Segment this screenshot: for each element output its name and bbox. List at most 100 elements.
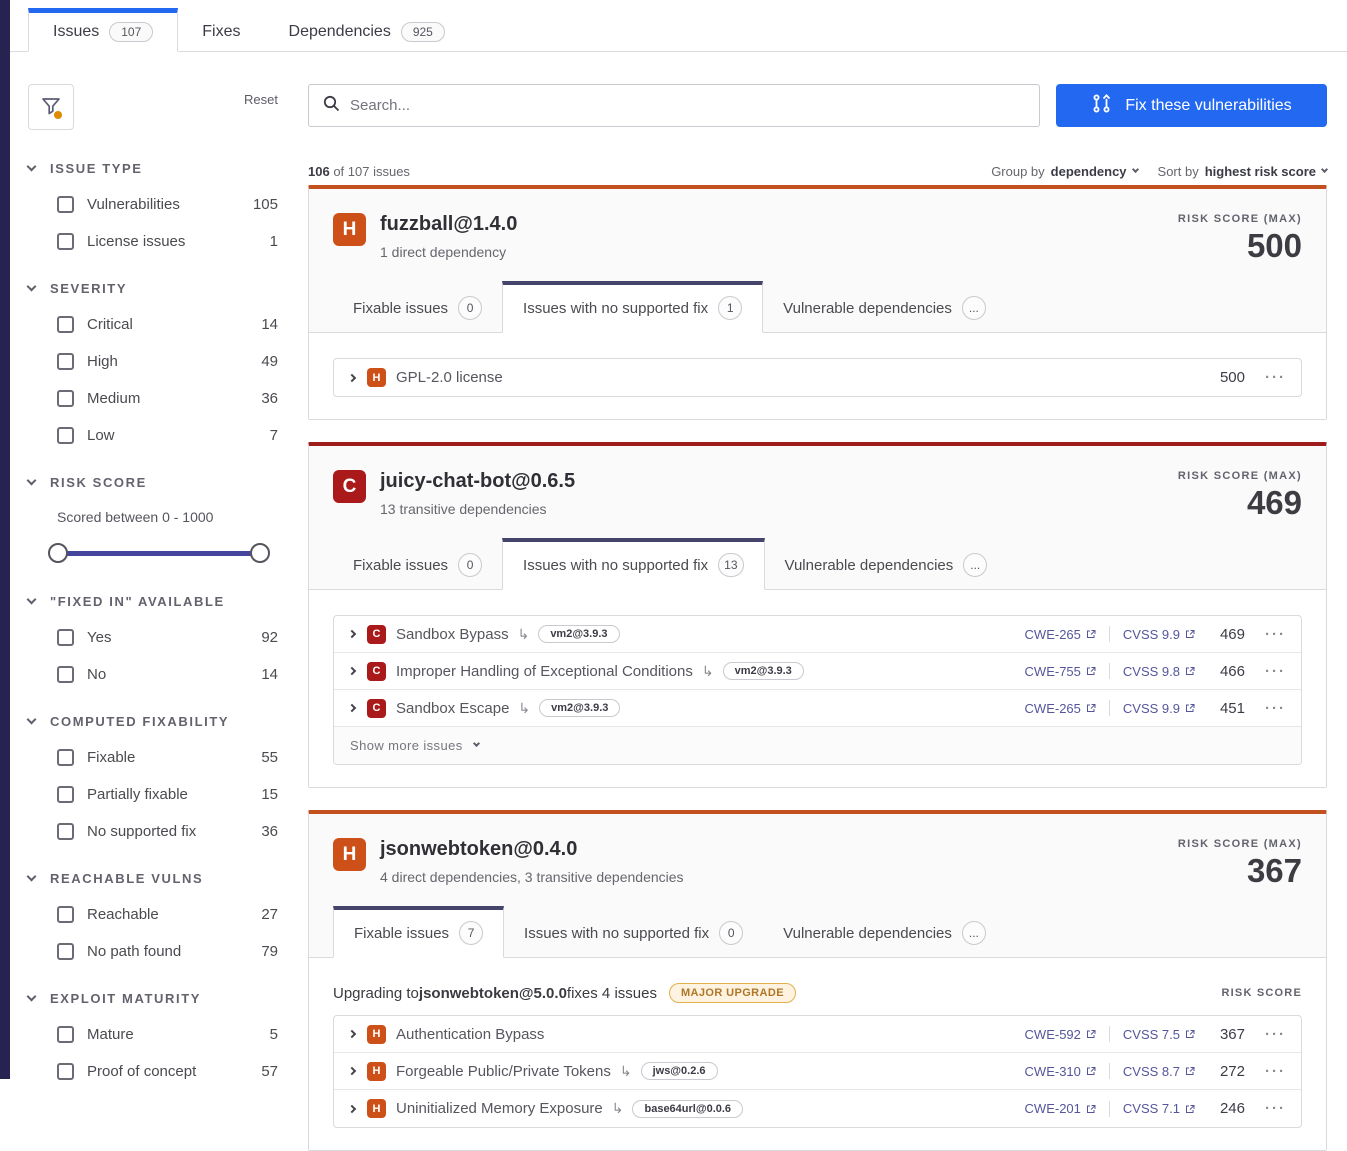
tab-vulnerable-dependencies[interactable]: Vulnerable dependencies ... — [763, 281, 1006, 332]
section-header[interactable]: ISSUE TYPE — [28, 161, 278, 176]
cwe-link[interactable]: CWE-265 — [1025, 627, 1096, 642]
filter-item-low[interactable]: Low 7 — [57, 427, 278, 444]
risk-score-slider[interactable] — [48, 543, 270, 563]
overflow-menu-icon[interactable]: ··· — [1265, 1100, 1286, 1117]
package-subtitle: 4 direct dependencies, 3 transitive depe… — [380, 869, 684, 885]
filter-item-medium[interactable]: Medium 36 — [57, 390, 278, 407]
checkbox[interactable] — [57, 316, 74, 333]
checkbox[interactable] — [57, 749, 74, 766]
section-header[interactable]: EXPLOIT MATURITY — [28, 991, 278, 1006]
cwe-link[interactable]: CWE-310 — [1025, 1064, 1096, 1079]
filter-item-partially-fixable[interactable]: Partially fixable 15 — [57, 786, 278, 803]
cwe-link[interactable]: CWE-265 — [1025, 701, 1096, 716]
filter-item-critical[interactable]: Critical 14 — [57, 316, 278, 333]
checkbox[interactable] — [57, 196, 74, 213]
tab-fixable-issues[interactable]: Fixable issues 0 — [333, 538, 502, 589]
chevron-right-icon[interactable] — [348, 704, 356, 712]
filter-item-no-path-found[interactable]: No path found 79 — [57, 943, 278, 960]
checkbox[interactable] — [57, 1063, 74, 1080]
tab-no-supported-fix[interactable]: Issues with no supported fix 1 — [502, 281, 763, 333]
issue-row-sandbox-bypass[interactable]: C Sandbox Bypass ↳ vm2@3.9.3 CWE-265 CVS… — [334, 616, 1301, 653]
overflow-menu-icon[interactable]: ··· — [1265, 626, 1286, 643]
tab-no-supported-fix[interactable]: Issues with no supported fix 13 — [502, 538, 764, 590]
cvss-link[interactable]: CVSS 7.1 — [1123, 1101, 1195, 1116]
checkbox[interactable] — [57, 666, 74, 683]
overflow-menu-icon[interactable]: ··· — [1265, 369, 1286, 386]
issue-row-sandbox-escape[interactable]: C Sandbox Escape ↳ vm2@3.9.3 CWE-265 CVS… — [334, 690, 1301, 727]
checkbox[interactable] — [57, 906, 74, 923]
tab-fixes[interactable]: Fixes — [178, 8, 264, 51]
group-by-dropdown[interactable]: Group by dependency — [991, 164, 1137, 179]
checkbox[interactable] — [57, 823, 74, 840]
checkbox[interactable] — [57, 1026, 74, 1043]
reset-filters-link[interactable]: Reset — [244, 92, 278, 107]
chevron-right-icon[interactable] — [348, 373, 356, 381]
overflow-menu-icon[interactable]: ··· — [1265, 663, 1286, 680]
issue-row-authentication-bypass[interactable]: H Authentication Bypass CWE-592 CVSS 7.5… — [334, 1016, 1301, 1053]
checkbox[interactable] — [57, 233, 74, 250]
cvss-link[interactable]: CVSS 9.9 — [1123, 701, 1195, 716]
filter-item-reachable[interactable]: Reachable 27 — [57, 906, 278, 923]
issue-row-uninitialized-memory[interactable]: H Uninitialized Memory Exposure ↳ base64… — [334, 1090, 1301, 1127]
slider-handle-min[interactable] — [48, 543, 68, 563]
risk-score-value: 500 — [1178, 227, 1302, 265]
filter-item-license-issues[interactable]: License issues 1 — [57, 233, 278, 250]
filter-toggle-button[interactable] — [28, 84, 74, 130]
overflow-menu-icon[interactable]: ··· — [1265, 700, 1286, 717]
cvss-link[interactable]: CVSS 8.7 — [1123, 1064, 1195, 1079]
chevron-right-icon[interactable] — [348, 1104, 356, 1112]
checkbox[interactable] — [57, 943, 74, 960]
checkbox[interactable] — [57, 427, 74, 444]
tab-fixable-issues[interactable]: Fixable issues 7 — [333, 906, 504, 958]
section-header[interactable]: COMPUTED FIXABILITY — [28, 714, 278, 729]
checkbox[interactable] — [57, 786, 74, 803]
upgrade-suffix: fixes 4 issues — [567, 985, 657, 1002]
sort-by-dropdown[interactable]: Sort by highest risk score — [1158, 164, 1327, 179]
chevron-right-icon[interactable] — [348, 630, 356, 638]
cvss-link[interactable]: CVSS 7.5 — [1123, 1027, 1195, 1042]
filter-item-vulnerabilities[interactable]: Vulnerabilities 105 — [57, 196, 278, 213]
card-tabs: Fixable issues 7 Issues with no supporte… — [309, 906, 1326, 958]
checkbox[interactable] — [57, 629, 74, 646]
filter-item-high[interactable]: High 49 — [57, 353, 278, 370]
checkbox[interactable] — [57, 353, 74, 370]
issue-risk-score: 500 — [1201, 369, 1245, 386]
cwe-link[interactable]: CWE-755 — [1025, 664, 1096, 679]
chevron-right-icon[interactable] — [348, 1030, 356, 1038]
tab-dependencies[interactable]: Dependencies 925 — [265, 8, 469, 51]
issue-row-gpl-license[interactable]: H GPL-2.0 license 500 ··· — [334, 359, 1301, 396]
section-header[interactable]: REACHABLE VULNS — [28, 871, 278, 886]
issue-row-forgeable-tokens[interactable]: H Forgeable Public/Private Tokens ↳ jws@… — [334, 1053, 1301, 1090]
section-header[interactable]: SEVERITY — [28, 281, 278, 296]
tab-vulnerable-dependencies[interactable]: Vulnerable dependencies ... — [765, 538, 1008, 589]
cwe-link[interactable]: CWE-592 — [1025, 1027, 1096, 1042]
filter-item-mature[interactable]: Mature 5 — [57, 1026, 278, 1043]
filter-count: 14 — [261, 666, 278, 683]
search-box[interactable] — [308, 84, 1040, 127]
overflow-menu-icon[interactable]: ··· — [1265, 1026, 1286, 1043]
chevron-right-icon[interactable] — [348, 667, 356, 675]
issue-row-improper-handling[interactable]: C Improper Handling of Exceptional Condi… — [334, 653, 1301, 690]
tab-no-supported-fix[interactable]: Issues with no supported fix 0 — [504, 906, 763, 957]
tab-fixes-label: Fixes — [202, 23, 240, 41]
filter-item-no[interactable]: No 14 — [57, 666, 278, 683]
show-more-issues[interactable]: Show more issues — [334, 727, 1301, 764]
search-input[interactable] — [350, 97, 1025, 114]
filter-item-no-supported-fix[interactable]: No supported fix 36 — [57, 823, 278, 840]
cvss-link[interactable]: CVSS 9.9 — [1123, 627, 1195, 642]
slider-handle-max[interactable] — [250, 543, 270, 563]
fix-vulnerabilities-button[interactable]: Fix these vulnerabilities — [1056, 84, 1327, 127]
filter-item-fixable[interactable]: Fixable 55 — [57, 749, 278, 766]
checkbox[interactable] — [57, 390, 74, 407]
cwe-link[interactable]: CWE-201 — [1025, 1101, 1096, 1116]
tab-fixable-issues[interactable]: Fixable issues 0 — [333, 281, 502, 332]
chevron-right-icon[interactable] — [348, 1067, 356, 1075]
filter-item-proof-of-concept[interactable]: Proof of concept 57 — [57, 1063, 278, 1080]
filter-item-yes[interactable]: Yes 92 — [57, 629, 278, 646]
section-header[interactable]: RISK SCORE — [28, 475, 278, 490]
section-header[interactable]: "FIXED IN" AVAILABLE — [28, 594, 278, 609]
tab-issues[interactable]: Issues 107 — [28, 8, 178, 52]
tab-vulnerable-dependencies[interactable]: Vulnerable dependencies ... — [763, 906, 1006, 957]
cvss-link[interactable]: CVSS 9.8 — [1123, 664, 1195, 679]
overflow-menu-icon[interactable]: ··· — [1265, 1063, 1286, 1080]
